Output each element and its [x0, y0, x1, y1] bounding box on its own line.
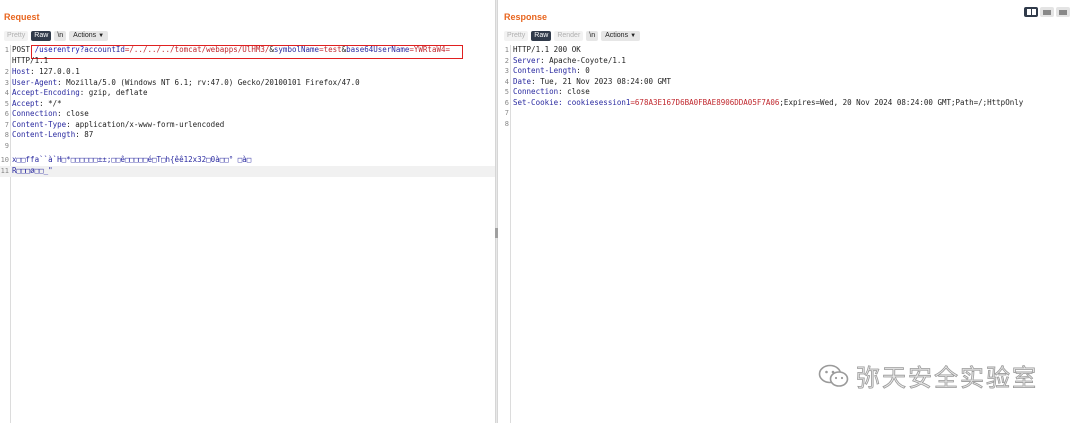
split-horizontal-icon[interactable] [1024, 7, 1038, 17]
response-line-3: 3 Content-Length: 0 [498, 66, 1080, 77]
single-pane-icon[interactable] [1056, 7, 1070, 17]
request-line-4: 4 Accept-Encoding: gzip, deflate [0, 88, 495, 99]
header-value: : Tue, 21 Nov 2023 08:24:00 GMT [531, 76, 672, 86]
response-tab-newline[interactable]: \n [586, 31, 599, 41]
line-number: 6 [4, 110, 9, 118]
status-line: HTTP/1.1 200 OK [513, 45, 581, 54]
binary-body: x□□ffa``à`H□*□□□□□□±±;□□ê□□□□□é□T□h{êê12… [12, 155, 252, 164]
layout-toggle [1024, 7, 1070, 17]
header-value: : gzip, deflate [79, 88, 148, 97]
line-number: 1 [4, 46, 9, 54]
line-number: 7 [504, 109, 509, 117]
header-key: Accept-Encoding [12, 88, 80, 97]
line-number: 8 [504, 119, 509, 128]
cookie-attributes: ;Expires=Wed, 20 Nov 2024 08:24:00 GMT;P… [779, 97, 1024, 107]
request-tab-pretty[interactable]: Pretty [4, 31, 29, 41]
request-tab-newline[interactable]: \n [54, 31, 67, 41]
request-line-6: 6 Connection: close [0, 109, 495, 120]
request-actions-label: Actions [73, 32, 97, 39]
line-number: 7 [4, 120, 9, 129]
header-value: : 87 [75, 130, 94, 139]
chevron-down-icon: ▼ [630, 33, 637, 39]
header-value: : close [558, 87, 590, 96]
header-key: Accept [12, 98, 40, 108]
response-line-5: 5 Connection: close [498, 87, 1080, 98]
header-value: : */* [39, 98, 62, 108]
response-line-4: 4 Date: Tue, 21 Nov 2023 08:24:00 GMT [498, 77, 1080, 88]
header-key: Date [513, 76, 532, 86]
response-actions-button[interactable]: Actions ▼ [601, 31, 641, 41]
request-line-2: 2 Host: 127.0.0.1 [0, 67, 495, 78]
response-toolbar: Pretty Raw Render \n Actions ▼ [504, 31, 641, 41]
response-tab-render[interactable]: Render [554, 31, 584, 41]
header-value: : 127.0.0.1 [30, 67, 80, 76]
header-key: Server [513, 55, 541, 65]
watermark: 弥天安全实验室 [818, 358, 1038, 393]
request-pane: Request Pretty Raw \n Actions ▼ 1 POST /u… [0, 0, 495, 423]
response-line-6: 6 Set-Cookie: cookiesession1=678A3E167D6… [498, 98, 1080, 109]
header-key: Connection [513, 87, 559, 96]
response-line-8: 8 [498, 119, 1080, 130]
response-tab-raw[interactable]: Raw [531, 31, 552, 41]
line-number: 1 [504, 46, 509, 54]
request-line-1-wrap: HTTP/1.1 [0, 56, 495, 67]
line-number: 5 [4, 99, 9, 108]
header-value: : application/x-www-form-urlencoded [66, 119, 225, 129]
request-tab-raw[interactable]: Raw [31, 31, 52, 41]
header-value: : close [57, 109, 89, 118]
line-number: 5 [504, 88, 509, 96]
request-line-3: 3 User-Agent: Mozilla/5.0 (Windows NT 6.… [0, 78, 495, 89]
header-key: Content-Length [513, 66, 577, 75]
line-number: 4 [4, 89, 9, 97]
header-value: : 0 [576, 66, 590, 75]
binary-body: R□□□ø□□_" [12, 166, 53, 175]
line-number: 2 [4, 68, 9, 76]
request-editor[interactable]: 1 POST /userentry?accountId=/../../../to… [0, 45, 495, 423]
request-line-9: 9 [0, 141, 495, 152]
line-number: 4 [504, 77, 509, 86]
cookie-name: : cookiesession1 [558, 97, 631, 107]
line-number: 11 [0, 167, 9, 175]
chevron-down-icon: ▼ [98, 33, 105, 39]
line-number: 8 [4, 131, 9, 139]
request-line-11: 11 R□□□ø□□_" [0, 166, 495, 177]
request-line-10: 10 x□□ffa``à`H□*□□□□□□±±;□□ê□□□□□é□T□h{ê… [0, 155, 495, 166]
header-value: : Apache-Coyote/1.1 [540, 55, 626, 65]
response-line-1: 1 HTTP/1.1 200 OK [498, 45, 1080, 56]
line-number: 2 [504, 56, 509, 65]
watermark-text: 弥天安全实验室 [856, 364, 1038, 393]
response-title: Response [504, 12, 548, 22]
header-key: Set-Cookie [513, 97, 559, 107]
line-number: 10 [0, 156, 9, 164]
response-actions-label: Actions [605, 32, 629, 39]
line-number: 6 [504, 98, 509, 107]
request-toolbar: Pretty Raw \n Actions ▼ [4, 31, 109, 41]
wechat-icon [818, 364, 849, 387]
request-line-5: 5 Accept: */* [0, 99, 495, 110]
response-tab-pretty[interactable]: Pretty [504, 31, 529, 41]
header-key: Content-Length [12, 130, 76, 139]
http-version: HTTP/1.1 [12, 56, 49, 65]
response-line-7: 7 [498, 108, 1080, 119]
split-vertical-icon[interactable] [1040, 7, 1054, 17]
response-line-2: 2 Server: Apache-Coyote/1.1 [498, 56, 1080, 67]
request-title: Request [4, 12, 40, 22]
header-key: Host [12, 67, 31, 76]
header-key: User-Agent [12, 77, 58, 87]
cookie-value: =678A3E167D6BA0FBAE8906DDA05F7A06 [630, 97, 780, 107]
line-number: 3 [4, 78, 9, 87]
request-line-7: 7 Content-Type: application/x-www-form-u… [0, 120, 495, 131]
header-key: Connection [12, 109, 58, 118]
request-line-8: 8 Content-Length: 87 [0, 130, 495, 141]
header-key: Content-Type [12, 119, 67, 129]
header-value: : Mozilla/5.0 (Windows NT 6.1; rv:47.0) … [57, 77, 360, 87]
request-actions-button[interactable]: Actions ▼ [69, 31, 109, 41]
line-number: 9 [4, 141, 9, 150]
line-number: 3 [504, 67, 509, 75]
